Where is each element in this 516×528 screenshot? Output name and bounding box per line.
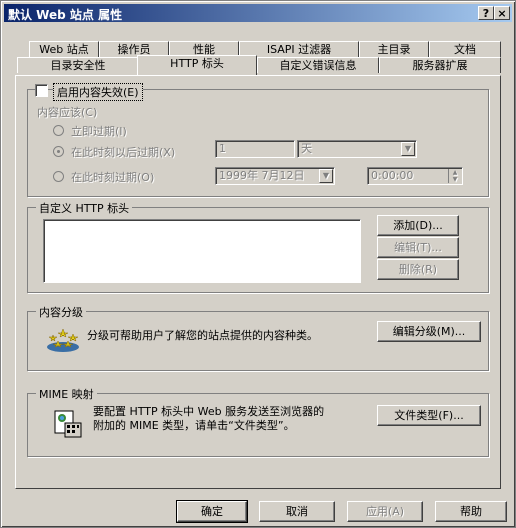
expire-after-value: 1 (219, 142, 226, 155)
mime-types-icon (53, 409, 83, 439)
edit-ratings-button[interactable]: 编辑分级(M)... (377, 321, 481, 342)
expire-date-picker[interactable]: 1999年 7月12日 ▼ (215, 167, 335, 185)
chevron-down-icon: ▼ (401, 142, 415, 156)
enable-expiration-label: 启用内容失效(E) (53, 83, 143, 101)
tab-http-headers[interactable]: HTTP 标头 (137, 55, 257, 75)
enable-expiration-checkbox[interactable] (35, 84, 48, 97)
edit-header-button[interactable]: 编辑(T)... (377, 237, 459, 258)
file-types-button[interactable]: 文件类型(F)... (377, 405, 481, 426)
tab-isapi-filters[interactable]: ISAPI 过滤器 (239, 41, 359, 57)
rating-description: 分级可帮助用户了解您的站点提供的内容种类。 (87, 329, 318, 342)
content-rating-legend: 内容分级 (36, 304, 86, 320)
mime-map-legend: MIME 映射 (36, 386, 97, 402)
window-title: 默认 Web 站点 属性 (8, 8, 123, 22)
expire-on-radio[interactable] (53, 171, 64, 182)
properties-dialog: 默认 Web 站点 属性 ? × Web 站点 操作员 性能 ISAPI 过滤器… (0, 0, 516, 528)
expire-immediately-radio[interactable] (53, 125, 64, 136)
rating-stars-icon (45, 323, 81, 353)
content-should-label: 内容应该(C) (37, 106, 98, 119)
spinner-icon: ▲ ▼ (448, 169, 461, 183)
help-button[interactable]: 帮助 (435, 501, 507, 522)
expire-after-unit-select[interactable]: 天 ▼ (297, 140, 417, 158)
chevron-down-icon: ▼ (319, 169, 333, 183)
tab-custom-errors[interactable]: 自定义错误信息 (257, 57, 379, 73)
help-title-button[interactable]: ? (478, 6, 494, 20)
tab-server-extensions[interactable]: 服务器扩展 (379, 57, 501, 73)
title-bar: 默认 Web 站点 属性 ? × (4, 4, 512, 22)
apply-button[interactable]: 应用(A) (347, 501, 423, 522)
expire-time-input[interactable]: 0:00:00 ▲ ▼ (367, 167, 463, 185)
mime-description-line2: 附加的 MIME 类型，请单击“文件类型”。 (93, 419, 295, 432)
ok-button[interactable]: 确定 (176, 500, 248, 523)
tab-directory-security[interactable]: 目录安全性 (17, 57, 139, 73)
tab-web-site[interactable]: Web 站点 (29, 41, 99, 57)
add-header-button[interactable]: 添加(D)... (377, 215, 459, 236)
expire-after-value-input[interactable]: 1 (215, 140, 295, 158)
tab-home-directory[interactable]: 主目录 (359, 41, 429, 57)
expire-after-radio[interactable] (53, 146, 64, 157)
expire-immediately-label: 立即过期(I) (71, 125, 127, 138)
tab-documents[interactable]: 文档 (429, 41, 501, 57)
cancel-button[interactable]: 取消 (259, 501, 335, 522)
close-title-button[interactable]: × (494, 6, 510, 20)
expire-on-label: 在此时刻过期(O) (71, 171, 155, 184)
custom-headers-list[interactable] (43, 219, 361, 283)
custom-headers-legend: 自定义 HTTP 标头 (36, 200, 133, 216)
expire-date-value: 1999年 7月12日 (219, 169, 305, 182)
remove-header-button[interactable]: 删除(R) (377, 259, 459, 280)
expire-after-unit-value: 天 (301, 142, 312, 155)
expire-after-label: 在此时刻以后过期(X) (71, 146, 176, 159)
expire-time-value: 0:00:00 (371, 169, 414, 182)
